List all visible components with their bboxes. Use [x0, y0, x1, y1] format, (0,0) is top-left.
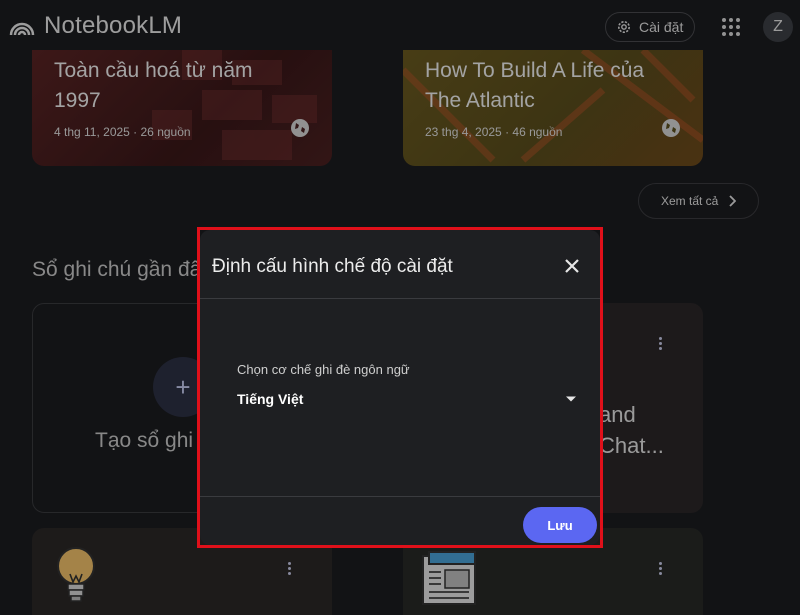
- settings-dialog: Định cấu hình chế độ cài đặt Chọn cơ chế…: [200, 230, 600, 545]
- language-select-value: Tiếng Việt: [237, 391, 304, 407]
- close-icon[interactable]: [562, 256, 582, 276]
- language-override-label: Chọn cơ chế ghi đè ngôn ngữ: [237, 362, 410, 377]
- dialog-divider: [200, 496, 600, 497]
- language-select[interactable]: Tiếng Việt: [237, 384, 577, 414]
- dropdown-arrow-icon: [566, 396, 576, 402]
- dialog-title: Định cấu hình chế độ cài đặt: [212, 256, 453, 277]
- dialog-divider: [200, 298, 600, 299]
- save-button[interactable]: Lưu: [523, 507, 597, 543]
